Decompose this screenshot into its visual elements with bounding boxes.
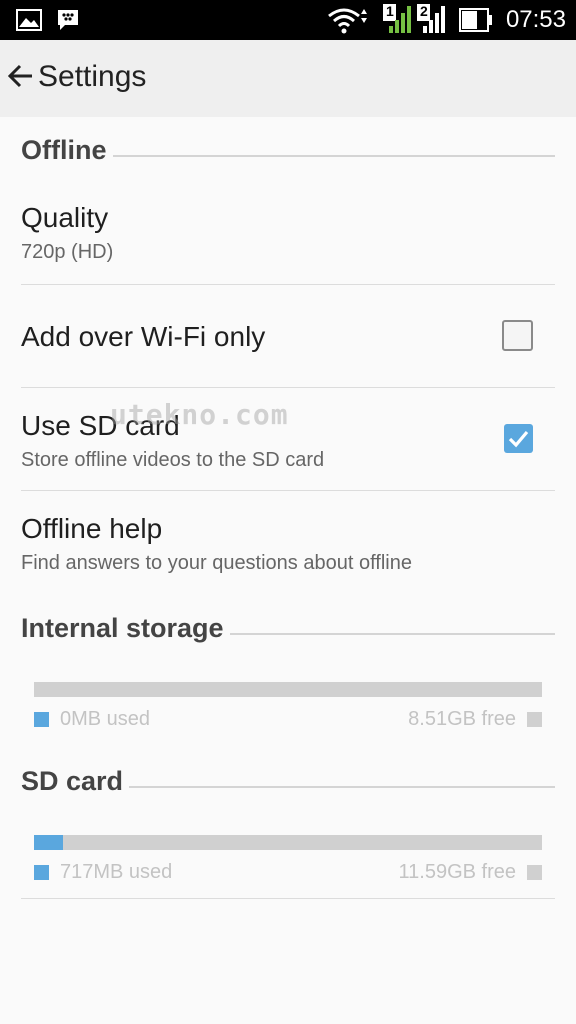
quality-setting[interactable]: Quality 720p (HD)	[21, 190, 555, 284]
sd-used-text: 717MB used	[60, 861, 173, 883]
internal-free-text: 8.51GB free	[408, 708, 516, 730]
sd-free-text: 11.59GB free	[398, 861, 516, 883]
offline-help-title: Offline help	[21, 513, 163, 544]
sd-card-storage-bar	[34, 835, 542, 850]
quality-title: Quality	[21, 202, 109, 233]
wifi-only-checkbox[interactable]	[502, 320, 533, 351]
used-legend-square	[34, 865, 49, 880]
use-sd-card-subtitle: Store offline videos to the SD card	[21, 449, 325, 471]
free-legend-square	[527, 865, 542, 880]
sim2-label: 2	[420, 3, 428, 19]
image-icon	[16, 9, 42, 31]
divider	[21, 898, 555, 899]
sd-card-section-header: SD card	[21, 766, 555, 802]
wifi-only-setting[interactable]: Add over Wi-Fi only	[21, 285, 555, 387]
offline-help-subtitle: Find answers to your questions about off…	[21, 552, 412, 574]
used-legend-square	[34, 712, 49, 727]
clock: 07:53	[505, 6, 566, 33]
offline-help-setting[interactable]: Offline help Find answers to your questi…	[21, 491, 555, 591]
toolbar: Settings	[0, 40, 576, 117]
offline-section-header: Offline	[21, 135, 555, 171]
section-label: SD card	[21, 766, 130, 797]
arrow-left-icon[interactable]	[6, 62, 34, 90]
free-legend-square	[527, 712, 542, 727]
wifi-only-title: Add over Wi-Fi only	[21, 321, 266, 352]
section-label: Offline	[21, 135, 113, 166]
wifi-icon	[328, 8, 367, 34]
internal-storage-section-header: Internal storage	[21, 613, 555, 649]
section-label: Internal storage	[21, 613, 230, 644]
quality-value: 720p (HD)	[21, 241, 114, 263]
sim1-label: 1	[386, 3, 394, 19]
internal-storage-bar	[34, 682, 542, 697]
sd-card-used-fill	[34, 835, 63, 850]
bbm-icon	[58, 10, 78, 30]
use-sd-card-checkbox[interactable]	[504, 424, 533, 453]
watermark: utekno.com	[110, 398, 289, 431]
internal-used-text: 0MB used	[60, 708, 151, 730]
battery-icon	[459, 8, 492, 32]
status-bar: 1 2 07:53	[0, 0, 576, 40]
page-title: Settings	[38, 60, 147, 93]
checkmark-icon	[508, 430, 529, 448]
